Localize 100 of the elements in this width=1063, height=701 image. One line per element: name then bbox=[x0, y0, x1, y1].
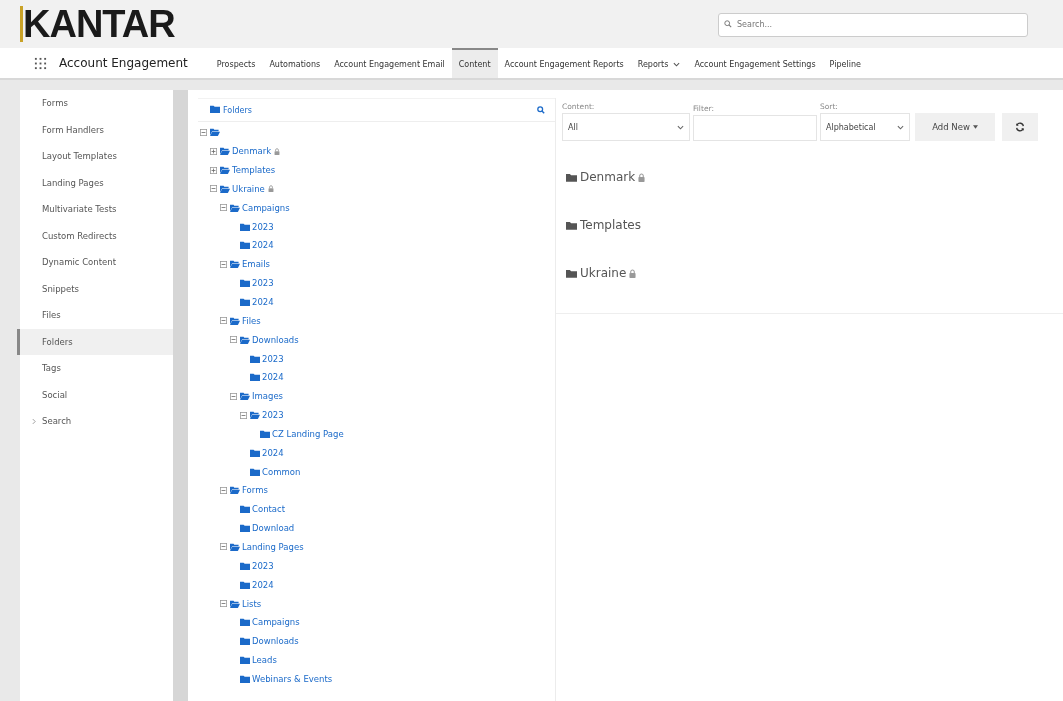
nav-tab[interactable]: Automations bbox=[262, 48, 328, 78]
chevron-down-icon bbox=[897, 124, 904, 130]
collapse-icon[interactable] bbox=[220, 317, 227, 325]
refresh-icon bbox=[1015, 122, 1025, 132]
logo: KANTAR bbox=[20, 6, 175, 42]
tree-folder[interactable]: 2024 bbox=[240, 297, 274, 307]
folder-icon bbox=[566, 172, 577, 182]
collapse-icon[interactable] bbox=[230, 392, 237, 400]
open-folder-icon bbox=[230, 543, 240, 551]
sidebar-item[interactable]: Tags bbox=[17, 355, 173, 382]
folder-item[interactable]: Denmark bbox=[566, 170, 636, 184]
content-select[interactable]: All bbox=[562, 113, 690, 141]
nav-tab[interactable]: Account Engagement Email bbox=[327, 48, 452, 78]
open-folder-icon bbox=[230, 316, 240, 325]
tree-folder[interactable]: Denmark bbox=[220, 146, 272, 157]
collapse-icon[interactable] bbox=[220, 600, 227, 607]
tree-folder[interactable]: 2023 bbox=[250, 410, 284, 421]
tree-folder[interactable]: 2023 bbox=[250, 353, 284, 364]
open-folder-icon bbox=[240, 335, 250, 344]
tree-folder[interactable]: 2024 bbox=[240, 579, 274, 590]
sidebar-item[interactable]: Snippets bbox=[17, 275, 173, 302]
caret-icon bbox=[972, 125, 978, 129]
open-folder-icon bbox=[220, 166, 230, 175]
nav-tab[interactable]: Prospects bbox=[209, 48, 263, 78]
folder-icon bbox=[210, 105, 220, 113]
tree-folder[interactable]: Ukraine bbox=[220, 183, 265, 194]
tree-folder[interactable]: 2023 bbox=[240, 560, 274, 571]
folder-icon bbox=[566, 268, 577, 278]
tree-folder[interactable]: Common bbox=[250, 466, 301, 477]
search-icon bbox=[724, 20, 732, 28]
tree-folder[interactable]: Downloads bbox=[240, 636, 299, 647]
collapse-icon[interactable] bbox=[220, 543, 227, 551]
tree-title[interactable]: Folders bbox=[210, 105, 252, 115]
sidebar-item[interactable]: Social bbox=[17, 381, 173, 408]
tree-folder[interactable]: Forms bbox=[230, 485, 268, 496]
filter-field[interactable] bbox=[693, 115, 817, 141]
tree-folder[interactable]: Campaigns bbox=[230, 202, 290, 213]
open-folder-icon bbox=[240, 392, 250, 401]
open-folder-icon bbox=[230, 486, 240, 495]
open-folder-icon bbox=[230, 599, 240, 608]
expand-icon[interactable] bbox=[210, 166, 217, 174]
tree-folder[interactable]: Downloads bbox=[240, 334, 299, 345]
tree-folder[interactable]: 2024 bbox=[250, 447, 284, 458]
open-folder-icon bbox=[220, 147, 230, 156]
open-folder-icon bbox=[210, 128, 220, 137]
collapse-icon[interactable] bbox=[220, 486, 227, 494]
tree-folder[interactable]: Files bbox=[230, 315, 261, 326]
sidebar-item[interactable]: Layout Templates bbox=[17, 143, 173, 170]
sidebar-item[interactable]: Custom Redirects bbox=[17, 222, 173, 249]
sidebar-item[interactable]: Landing Pages bbox=[17, 169, 173, 196]
tree-folder[interactable]: Landing Pages bbox=[230, 542, 304, 552]
chevron-down-icon bbox=[677, 124, 684, 130]
tree-folder[interactable]: Lists bbox=[230, 598, 262, 609]
sidebar-item[interactable]: Files bbox=[17, 302, 173, 329]
tree-folder[interactable]: 2023 bbox=[240, 221, 274, 232]
open-folder-icon bbox=[250, 411, 260, 420]
tree-folder[interactable]: 2023 bbox=[240, 278, 274, 289]
search-field[interactable]: Search... bbox=[718, 12, 1028, 37]
tree-folder[interactable]: Download bbox=[240, 523, 295, 534]
tree-folder[interactable]: Webinars & Events bbox=[240, 673, 333, 684]
app-name: Account Engagement bbox=[59, 56, 188, 70]
sidebar-item[interactable]: Multivariate Tests bbox=[17, 196, 173, 223]
sidebar-item[interactable]: Search bbox=[17, 408, 173, 435]
sidebar-item[interactable]: Dynamic Content bbox=[17, 249, 173, 276]
tree-folder[interactable]: Templates bbox=[220, 165, 276, 176]
expand-icon[interactable] bbox=[210, 147, 217, 155]
tree-folder[interactable]: Contact bbox=[240, 504, 286, 515]
collapse-icon[interactable] bbox=[220, 204, 227, 212]
app-launcher-icon[interactable] bbox=[34, 56, 47, 70]
collapse-icon[interactable] bbox=[230, 336, 237, 344]
collapse-icon[interactable] bbox=[200, 128, 207, 136]
open-folder-icon bbox=[230, 203, 240, 212]
chevron-right-icon bbox=[32, 417, 36, 425]
tree-folder[interactable]: 2024 bbox=[240, 240, 274, 251]
sidebar-item[interactable]: Folders bbox=[17, 328, 173, 355]
open-folder-icon bbox=[230, 260, 240, 269]
tree-folder[interactable]: Emails bbox=[230, 259, 270, 270]
tree-folder[interactable]: Images bbox=[240, 391, 284, 402]
nav-tab[interactable]: Content bbox=[451, 48, 498, 78]
collapse-icon[interactable] bbox=[240, 411, 247, 419]
open-folder-icon bbox=[220, 184, 230, 193]
folder-item[interactable]: Ukraine bbox=[566, 266, 627, 280]
tree-folder[interactable]: 2024 bbox=[250, 372, 284, 383]
nav-tab[interactable]: Pipeline bbox=[822, 48, 868, 78]
sidebar-item[interactable]: Forms bbox=[17, 90, 173, 117]
nav-tab[interactable]: Account Engagement Settings bbox=[687, 48, 823, 78]
sort-select[interactable]: Alphabetical bbox=[820, 113, 910, 141]
tree-folder[interactable]: Leads bbox=[240, 655, 277, 666]
refresh-button[interactable] bbox=[1002, 113, 1038, 141]
tree-folder[interactable]: Campaigns bbox=[240, 617, 300, 628]
collapse-icon[interactable] bbox=[220, 260, 227, 268]
nav-tab[interactable]: Account Engagement Reports bbox=[497, 48, 631, 78]
collapse-icon[interactable] bbox=[210, 185, 217, 193]
tree-folder[interactable]: CZ Landing Page bbox=[260, 428, 344, 439]
folder-icon bbox=[566, 220, 577, 230]
folder-item[interactable]: Templates bbox=[566, 218, 641, 232]
nav-tab[interactable]: Reports bbox=[630, 48, 688, 78]
sidebar-item[interactable]: Form Handlers bbox=[17, 116, 173, 143]
search-icon[interactable] bbox=[537, 106, 545, 114]
add-new-button[interactable]: Add New bbox=[915, 113, 995, 141]
